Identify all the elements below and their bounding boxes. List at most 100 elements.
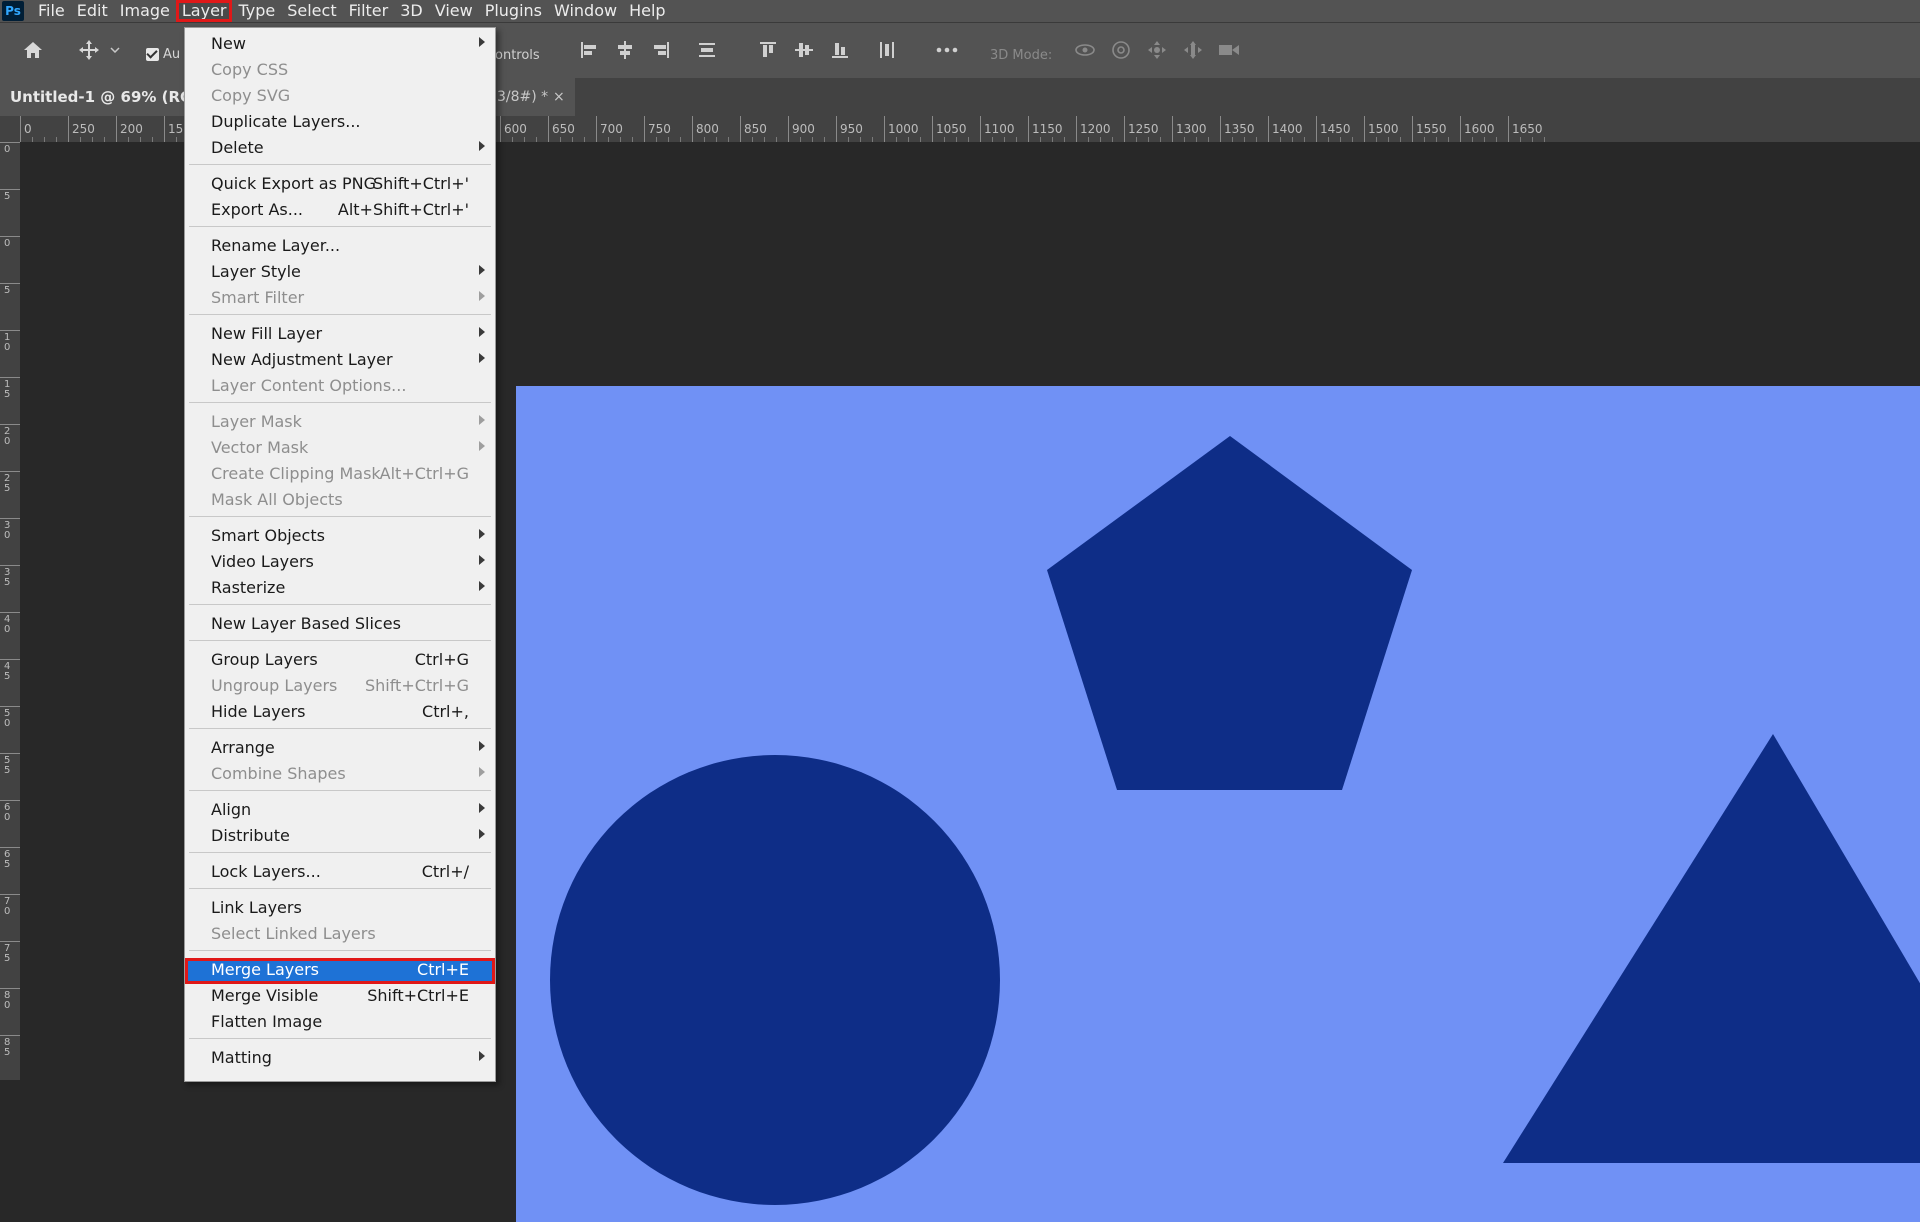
ruler-tick: 1650	[1508, 116, 1543, 142]
menu-separator	[189, 640, 491, 641]
menu-item-new-layer-based-slices[interactable]: New Layer Based Slices	[185, 612, 495, 638]
auto-select-checkbox[interactable]: Au	[146, 47, 180, 62]
menu-item-merge-layers[interactable]: Merge Layers Ctrl+E	[185, 958, 495, 984]
menu-item-duplicate-layers[interactable]: Duplicate Layers...	[185, 110, 495, 136]
move-tool-icon[interactable]	[76, 37, 102, 63]
menu-item-label: Layer Style	[211, 262, 301, 281]
menu-item-link-layers[interactable]: Link Layers	[185, 896, 495, 922]
align-horizontal-centers-icon[interactable]	[612, 37, 638, 63]
menu-window[interactable]: Window	[548, 0, 623, 22]
menu-item-distribute[interactable]: Distribute	[185, 824, 495, 850]
menu-item-lock-layers[interactable]: Lock Layers... Ctrl+/	[185, 860, 495, 886]
menu-item-rename-layer[interactable]: Rename Layer...	[185, 234, 495, 260]
menu-item-label: Group Layers	[211, 650, 318, 669]
ruler-tick-label: 5	[4, 191, 11, 202]
menu-item-mask-all-objects[interactable]: Mask All Objects	[185, 488, 495, 514]
menu-item-copy-svg[interactable]: Copy SVG	[185, 84, 495, 110]
ruler-tick: 0	[0, 236, 20, 249]
menu-item-layer-mask[interactable]: Layer Mask	[185, 410, 495, 436]
align-left-edges-icon[interactable]	[576, 37, 602, 63]
menu-item-layer-content-options[interactable]: Layer Content Options...	[185, 374, 495, 400]
menu-item-hide-layers[interactable]: Hide Layers Ctrl+,	[185, 700, 495, 726]
menu-item-new-fill-layer[interactable]: New Fill Layer	[185, 322, 495, 348]
distribute-vertical-icon[interactable]	[694, 37, 720, 63]
menu-separator	[189, 728, 491, 729]
menu-item-select-linked-layers[interactable]: Select Linked Layers	[185, 922, 495, 948]
home-icon[interactable]	[20, 37, 46, 63]
menu-item-align[interactable]: Align	[185, 798, 495, 824]
menu-separator	[189, 888, 491, 889]
menu-item-ungroup-layers[interactable]: Ungroup Layers Shift+Ctrl+G	[185, 674, 495, 700]
menu-item-export-as[interactable]: Export As... Alt+Shift+Ctrl+'	[185, 198, 495, 224]
3d-video-camera-icon[interactable]	[1216, 37, 1242, 63]
menu-view[interactable]: View	[429, 0, 479, 22]
menu-type[interactable]: Type	[232, 0, 281, 22]
menu-item-label: Matting	[211, 1048, 272, 1067]
ruler-tick: 900	[788, 116, 815, 142]
menu-item-new[interactable]: New	[185, 32, 495, 58]
ruler-tick: 5	[0, 283, 20, 296]
align-vertical-centers-icon[interactable]	[791, 37, 817, 63]
menu-item-label: Copy SVG	[211, 86, 291, 105]
ruler-tick: 1300	[1172, 116, 1207, 142]
menu-image[interactable]: Image	[114, 0, 176, 22]
menu-item-new-adjustment-layer[interactable]: New Adjustment Layer	[185, 348, 495, 374]
distribute-horizontal-icon[interactable]	[874, 37, 900, 63]
menu-item-matting[interactable]: Matting	[185, 1046, 495, 1072]
menu-item-label: Arrange	[211, 738, 275, 757]
close-tab-icon[interactable]: ×	[553, 78, 565, 116]
menu-help[interactable]: Help	[623, 0, 671, 22]
menu-select[interactable]: Select	[281, 0, 342, 22]
3d-roll-icon[interactable]	[1108, 37, 1134, 63]
vertical-ruler[interactable]: 0 5 0 5 1 0 1 5 2 0 2 5 3 0 3 5 4 0 4 5 5 0 5 5 6 0 6 5…	[0, 142, 21, 1080]
menu-item-smart-filter[interactable]: Smart Filter	[185, 286, 495, 312]
menu-layer[interactable]: Layer	[175, 0, 233, 22]
menu-item-shortcut: Shift+Ctrl+G	[364, 676, 469, 695]
3d-pan-icon[interactable]	[1144, 37, 1170, 63]
menu-item-rasterize[interactable]: Rasterize	[185, 576, 495, 602]
menu-item-video-layers[interactable]: Video Layers	[185, 550, 495, 576]
menu-item-flatten-image[interactable]: Flatten Image	[185, 1010, 495, 1036]
menu-3d[interactable]: 3D	[394, 0, 429, 22]
menu-item-combine-shapes[interactable]: Combine Shapes	[185, 762, 495, 788]
menu-item-delete[interactable]: Delete	[185, 136, 495, 162]
menu-item-smart-objects[interactable]: Smart Objects	[185, 524, 495, 550]
menu-file[interactable]: File	[32, 0, 71, 22]
ruler-tick-label: 200	[120, 122, 143, 136]
menu-item-copy-css[interactable]: Copy CSS	[185, 58, 495, 84]
menu-item-arrange[interactable]: Arrange	[185, 736, 495, 762]
tool-preset-chevron-down-icon[interactable]	[108, 37, 122, 63]
ruler-tick-label: 5	[4, 285, 11, 296]
auto-select-label: Au	[163, 47, 181, 62]
ruler-tick: 950	[836, 116, 863, 142]
menu-item-label: Smart Filter	[211, 288, 305, 307]
submenu-arrow-icon	[479, 803, 485, 813]
document-canvas[interactable]	[516, 386, 1920, 1222]
menu-item-vector-mask[interactable]: Vector Mask	[185, 436, 495, 462]
align-right-edges-icon[interactable]	[648, 37, 674, 63]
align-top-edges-icon[interactable]	[755, 37, 781, 63]
menu-edit[interactable]: Edit	[71, 0, 114, 22]
ruler-tick-label: 3 0	[4, 520, 11, 541]
menu-item-group-layers[interactable]: Group Layers Ctrl+G	[185, 648, 495, 674]
submenu-arrow-icon	[479, 741, 485, 751]
menu-filter[interactable]: Filter	[343, 0, 395, 22]
3d-orbit-icon[interactable]	[1072, 37, 1098, 63]
menu-item-quick-export-as-png[interactable]: Quick Export as PNG Shift+Ctrl+'	[185, 172, 495, 198]
menu-item-label: Duplicate Layers...	[211, 112, 361, 131]
3d-slide-icon[interactable]	[1180, 37, 1206, 63]
ruler-origin[interactable]	[0, 116, 21, 142]
menu-item-shortcut: Ctrl+G	[414, 650, 469, 669]
ruler-tick-label: 1 5	[4, 379, 11, 400]
menu-item-merge-visible[interactable]: Merge Visible Shift+Ctrl+E	[185, 984, 495, 1010]
more-options-icon[interactable]	[934, 37, 960, 63]
ruler-tick-label: 1250	[1128, 122, 1159, 136]
menu-item-layer-style[interactable]: Layer Style	[185, 260, 495, 286]
menu-separator	[189, 950, 491, 951]
menu-plugins[interactable]: Plugins	[479, 0, 548, 22]
menu-item-label: Video Layers	[211, 552, 314, 571]
ruler-tick: 1050	[932, 116, 967, 142]
align-bottom-edges-icon[interactable]	[827, 37, 853, 63]
menu-item-create-clipping-mask[interactable]: Create Clipping Mask Alt+Ctrl+G	[185, 462, 495, 488]
circle-shape[interactable]	[550, 755, 1000, 1205]
